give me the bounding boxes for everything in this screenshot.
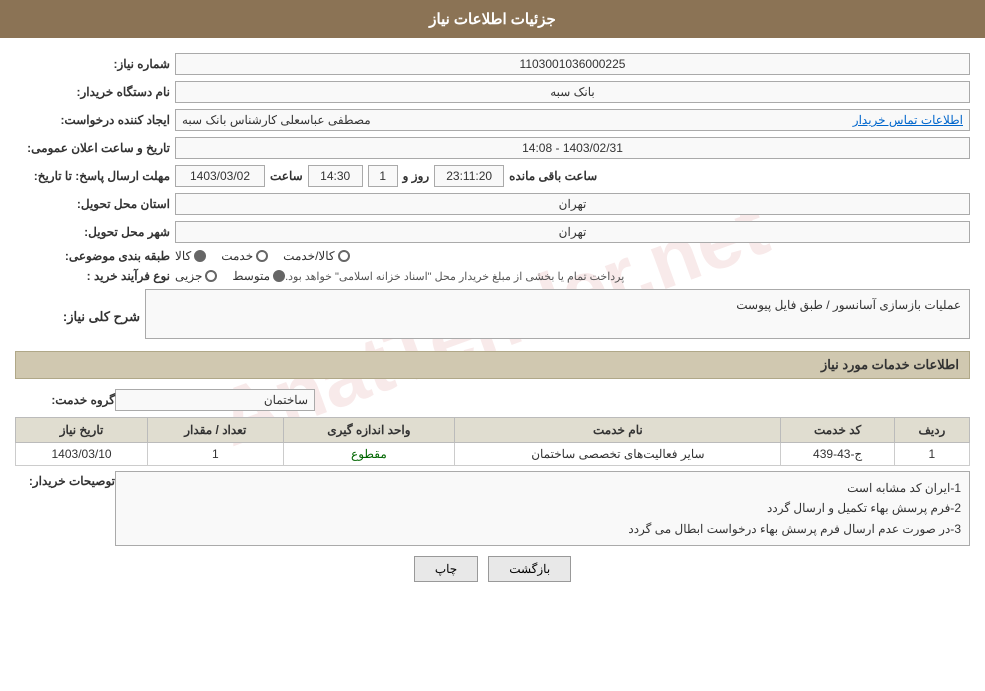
description-row: شرح کلی نیاز: عملیات بازسازی آسانسور / ط… bbox=[15, 289, 970, 345]
deadline-time-label: ساعت bbox=[270, 169, 303, 183]
cell-name: سایر فعالیت‌های تخصصی ساختمان bbox=[455, 443, 781, 466]
deadline-group: 1403/03/02 ساعت 14:30 1 روز و 23:11:20 س… bbox=[175, 165, 970, 187]
city-row: شهر محل تحویل: تهران bbox=[15, 221, 970, 243]
cell-date: 1403/03/10 bbox=[16, 443, 148, 466]
deadline-days-label: روز و bbox=[403, 169, 430, 183]
cell-quantity: 1 bbox=[148, 443, 283, 466]
category-row: طبقه بندی موضوعی: کالا خدمت کالا/خدمت bbox=[15, 249, 970, 263]
category-khadamat-label: خدمت bbox=[221, 249, 253, 263]
print-button[interactable]: چاپ bbox=[414, 556, 478, 582]
deadline-date-value: 1403/03/02 bbox=[175, 165, 265, 187]
category-kala[interactable]: کالا bbox=[175, 249, 206, 263]
process-note: پرداخت تمام یا بخشی از مبلغ خریدار محل "… bbox=[285, 270, 624, 283]
deadline-row: مهلت ارسال پاسخ: تا تاریخ: 1403/03/02 سا… bbox=[15, 165, 970, 187]
category-kala-label: کالا bbox=[175, 249, 191, 263]
process-jozii[interactable]: جزیی bbox=[175, 269, 217, 283]
announce-date-label: تاریخ و ساعت اعلان عمومی: bbox=[15, 141, 175, 155]
creator-value: مصطفی عباسعلی کارشناس بانک سبه اطلاعات ت… bbox=[175, 109, 970, 131]
buyer-note-line: 1-ایران کد مشابه است bbox=[124, 478, 961, 498]
category-label: طبقه بندی موضوعی: bbox=[15, 249, 175, 263]
deadline-remaining-label: ساعت باقی مانده bbox=[509, 169, 597, 183]
announce-date-row: تاریخ و ساعت اعلان عمومی: 1403/02/31 - 1… bbox=[15, 137, 970, 159]
process-jozii-label: جزیی bbox=[175, 269, 202, 283]
process-row: نوع فرآیند خرید : جزیی متوسط پرداخت تمام… bbox=[15, 269, 970, 283]
creator-row: ایجاد کننده درخواست: مصطفی عباسعلی کارشن… bbox=[15, 109, 970, 131]
page-title: جزئیات اطلاعات نیاز bbox=[429, 11, 556, 28]
service-group-label: گروه خدمت: bbox=[15, 393, 115, 407]
buyer-org-row: نام دستگاه خریدار: بانک سبه bbox=[15, 81, 970, 103]
category-radio-group: کالا خدمت کالا/خدمت bbox=[175, 249, 350, 263]
city-value: تهران bbox=[175, 221, 970, 243]
city-label: شهر محل تحویل: bbox=[15, 225, 175, 239]
need-number-row: شماره نیاز: 1103001036000225 bbox=[15, 53, 970, 75]
deadline-time-value: 14:30 bbox=[308, 165, 363, 187]
table-row: 1 ج-43-439 سایر فعالیت‌های تخصصی ساختمان… bbox=[16, 443, 970, 466]
col-header-code: کد خدمت bbox=[781, 418, 894, 443]
category-kala-khadamat[interactable]: کالا/خدمت bbox=[283, 249, 349, 263]
creator-name: مصطفی عباسعلی کارشناس بانک سبه bbox=[182, 113, 371, 127]
description-label: شرح کلی نیاز: bbox=[15, 309, 145, 325]
buyer-org-label: نام دستگاه خریدار: bbox=[15, 85, 175, 99]
cell-unit: مقطوع bbox=[283, 443, 455, 466]
province-label: استان محل تحویل: bbox=[15, 197, 175, 211]
deadline-remaining-value: 23:11:20 bbox=[434, 165, 504, 187]
buyer-note-line: 2-فرم پرسش بهاء تکمیل و ارسال گردد bbox=[124, 498, 961, 518]
buyer-notes-row: توصیحات خریدار: 1-ایران کد مشابه است2-فر… bbox=[15, 471, 970, 546]
deadline-days-value: 1 bbox=[368, 165, 398, 187]
category-kala-radio bbox=[194, 250, 206, 262]
services-table: ردیف کد خدمت نام خدمت واحد اندازه گیری ت… bbox=[15, 417, 970, 466]
need-number-value: 1103001036000225 bbox=[175, 53, 970, 75]
buyer-note-line: 3-در صورت عدم ارسال فرم پرسش بهاء درخواس… bbox=[124, 519, 961, 539]
buyer-notes-content: 1-ایران کد مشابه است2-فرم پرسش بهاء تکمی… bbox=[115, 471, 970, 546]
cell-radif: 1 bbox=[894, 443, 969, 466]
process-motavasset-label: متوسط bbox=[232, 269, 270, 283]
process-motavasset-radio bbox=[273, 270, 285, 282]
buyer-org-value: بانک سبه bbox=[175, 81, 970, 103]
service-group-value: ساختمان bbox=[115, 389, 315, 411]
process-radio-group: جزیی متوسط bbox=[175, 269, 285, 283]
col-header-unit: واحد اندازه گیری bbox=[283, 418, 455, 443]
province-row: استان محل تحویل: تهران bbox=[15, 193, 970, 215]
process-motavasset[interactable]: متوسط bbox=[232, 269, 285, 283]
description-value: عملیات بازسازی آسانسور / طبق فایل پیوست bbox=[145, 289, 970, 339]
table-header-row: ردیف کد خدمت نام خدمت واحد اندازه گیری ت… bbox=[16, 418, 970, 443]
services-section-title: اطلاعات خدمات مورد نیاز bbox=[15, 351, 970, 379]
category-kala-khadamat-label: کالا/خدمت bbox=[283, 249, 334, 263]
province-value: تهران bbox=[175, 193, 970, 215]
page-header: جزئیات اطلاعات نیاز bbox=[0, 0, 985, 38]
process-jozii-radio bbox=[205, 270, 217, 282]
need-number-label: شماره نیاز: bbox=[15, 57, 175, 71]
category-khadamat-radio bbox=[256, 250, 268, 262]
contact-link[interactable]: اطلاعات تماس خریدار bbox=[853, 113, 963, 127]
announce-date-value: 1403/02/31 - 14:08 bbox=[175, 137, 970, 159]
service-group-row: گروه خدمت: ساختمان bbox=[15, 389, 970, 411]
process-label: نوع فرآیند خرید : bbox=[15, 269, 175, 283]
category-kala-khadamat-radio bbox=[338, 250, 350, 262]
col-header-radif: ردیف bbox=[894, 418, 969, 443]
cell-code: ج-43-439 bbox=[781, 443, 894, 466]
back-button[interactable]: بازگشت bbox=[488, 556, 571, 582]
buyer-notes-label: توصیحات خریدار: bbox=[15, 471, 115, 546]
deadline-label: مهلت ارسال پاسخ: تا تاریخ: bbox=[15, 169, 175, 183]
col-header-date: تاریخ نیاز bbox=[16, 418, 148, 443]
buttons-row: بازگشت چاپ bbox=[15, 556, 970, 582]
content-area: AnatTender.net شماره نیاز: 1103001036000… bbox=[0, 38, 985, 607]
col-header-quantity: تعداد / مقدار bbox=[148, 418, 283, 443]
creator-label: ایجاد کننده درخواست: bbox=[15, 113, 175, 127]
col-header-name: نام خدمت bbox=[455, 418, 781, 443]
category-khadamat[interactable]: خدمت bbox=[221, 249, 268, 263]
